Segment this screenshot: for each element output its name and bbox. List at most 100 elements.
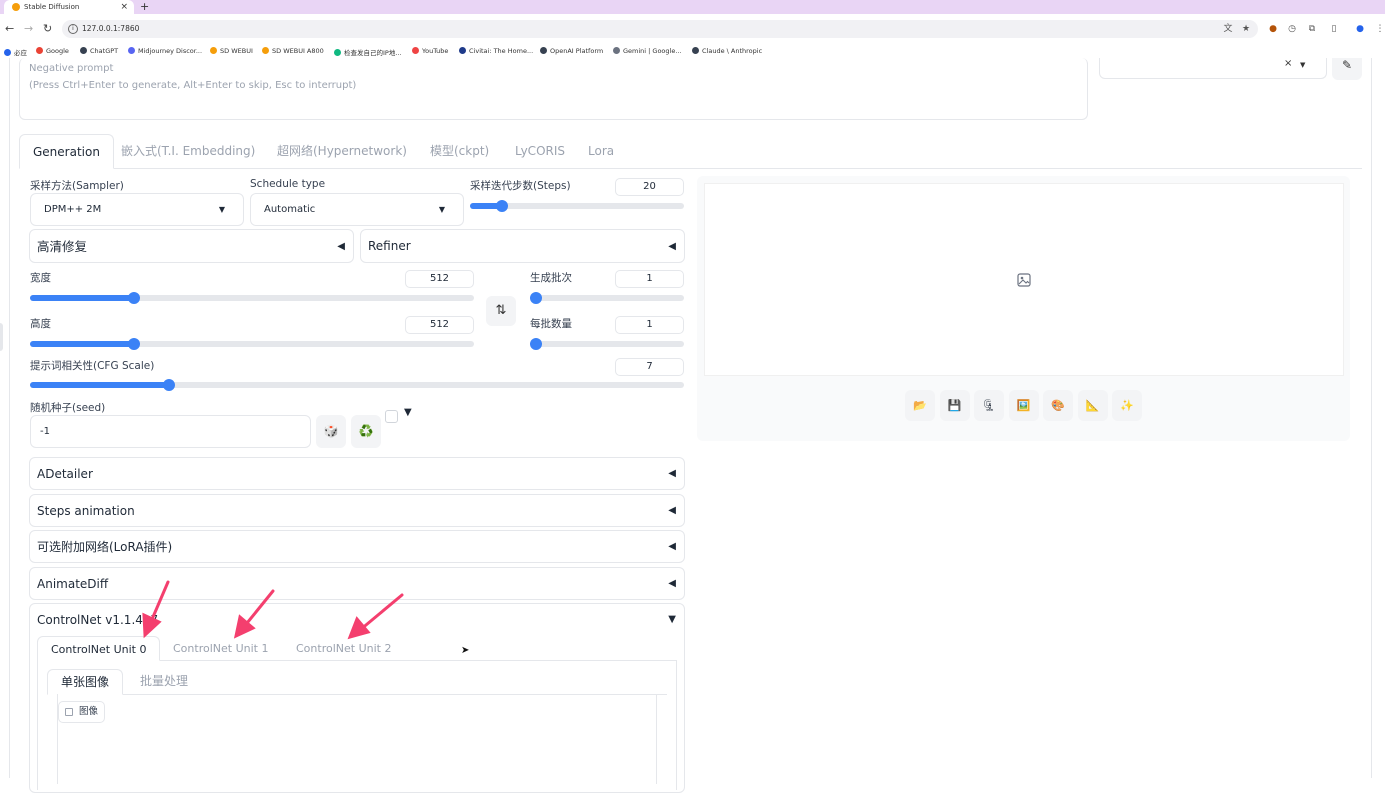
batch-count-slider-knob[interactable] xyxy=(530,292,542,304)
folder-icon: 📂 xyxy=(913,399,927,412)
steps-slider-knob[interactable] xyxy=(496,200,509,212)
width-slider[interactable] xyxy=(30,292,474,304)
batch-size-slider[interactable] xyxy=(530,338,684,350)
refiner-label: Refiner xyxy=(368,239,411,253)
bookmark-7[interactable]: YouTube xyxy=(412,47,448,55)
tab-controlnet-unit-2[interactable]: ControlNet Unit 2 xyxy=(296,636,391,661)
history-icon[interactable]: ◷ xyxy=(1286,23,1298,35)
steps-input[interactable]: 20 xyxy=(615,178,684,196)
extensions-puzzle-icon[interactable]: ⧉ xyxy=(1306,23,1318,35)
refiner-accordion[interactable]: Refiner ◀ xyxy=(360,229,685,263)
steps-animation-accordion[interactable]: Steps animation ◀ xyxy=(29,494,685,527)
browser-menu-icon[interactable]: ⋮ xyxy=(1374,23,1385,35)
edit-styles-button[interactable]: ✎ xyxy=(1332,58,1362,80)
tab-close-icon[interactable]: × xyxy=(120,0,128,14)
send-to-img2img-button[interactable]: 🖼️ xyxy=(1008,390,1039,421)
reload-icon[interactable]: ↻ xyxy=(43,20,52,38)
bookmark-label: Claude \ Anthropic xyxy=(702,47,763,55)
negative-prompt-input[interactable]: Negative prompt (Press Ctrl+Enter to gen… xyxy=(19,58,1088,120)
tab-checkpoint[interactable]: 模型(ckpt) xyxy=(430,134,489,169)
collapse-arrow-icon: ◀ xyxy=(668,578,676,589)
back-icon[interactable]: ← xyxy=(5,20,14,38)
bookmark-1[interactable]: Google xyxy=(36,47,69,55)
clear-styles-icon[interactable]: × xyxy=(1284,58,1292,69)
reuse-seed-button[interactable]: ♻️ xyxy=(351,415,381,448)
dice-icon: 🎲 xyxy=(323,424,339,438)
tab-single-image[interactable]: 单张图像 xyxy=(47,669,124,695)
controlnet-image-dropzone[interactable] xyxy=(57,694,657,784)
tab-lora[interactable]: Lora xyxy=(588,134,614,169)
sidepanel-icon[interactable]: ▯ xyxy=(1328,23,1340,35)
width-input[interactable]: 512 xyxy=(405,270,474,288)
bookmark-6[interactable]: 检查发自己的IP地... xyxy=(334,47,402,57)
send-to-inpaint-button[interactable]: 🎨 xyxy=(1043,390,1073,421)
site-info-icon[interactable]: i xyxy=(68,24,78,34)
height-slider[interactable] xyxy=(30,338,474,350)
tab-embedding[interactable]: 嵌入式(T.I. Embedding) xyxy=(121,134,255,169)
bookmark-10[interactable]: Gemini | Google... xyxy=(613,47,682,55)
bookmark-11[interactable]: Claude \ Anthropic xyxy=(692,47,762,55)
adetailer-accordion[interactable]: ADetailer ◀ xyxy=(29,457,685,490)
schedule-type-select[interactable]: Automatic ▼ xyxy=(250,193,464,226)
sparkle-icon: ✨ xyxy=(1120,399,1134,412)
swap-dimensions-button[interactable]: ⇅ xyxy=(486,296,516,326)
cfg-scale-input[interactable]: 7 xyxy=(615,358,684,376)
discord-icon xyxy=(128,47,135,54)
animatediff-accordion[interactable]: AnimateDiff ◀ xyxy=(29,567,685,600)
bookmark-5[interactable]: SD WEBUI A800 xyxy=(262,47,324,55)
styles-dropdown[interactable]: × ▼ xyxy=(1099,58,1327,79)
sd-favicon-icon xyxy=(12,3,20,11)
hires-fix-accordion[interactable]: 高清修复 ◀ xyxy=(29,229,354,263)
controlnet-label[interactable]: ControlNet v1.1.417 xyxy=(37,604,158,636)
sd-icon xyxy=(262,47,269,54)
bookmark-0[interactable]: 必应 xyxy=(4,47,27,57)
tab-controlnet-unit-1[interactable]: ControlNet Unit 1 xyxy=(173,636,268,661)
seed-input[interactable]: -1 xyxy=(30,415,311,448)
browser-tab[interactable]: Stable Diffusion × xyxy=(4,0,134,14)
tab-lycoris[interactable]: LyCORIS xyxy=(515,134,565,169)
batch-count-input[interactable]: 1 xyxy=(615,270,684,288)
bookmark-label: OpenAI Platform xyxy=(550,47,604,55)
tab-hypernetwork[interactable]: 超网络(Hypernetwork) xyxy=(277,134,407,169)
folder-button[interactable]: 📂 xyxy=(905,390,935,421)
bookmark-star-icon[interactable]: ★ xyxy=(1240,23,1252,35)
batch-count-slider[interactable] xyxy=(530,292,684,304)
tab-generation[interactable]: Generation xyxy=(19,134,114,169)
side-handle[interactable] xyxy=(0,323,3,351)
bookmark-3[interactable]: Midjourney Discor... xyxy=(128,47,202,55)
address-bar[interactable]: i 127.0.0.1:7860 xyxy=(62,20,1258,38)
bookmark-9[interactable]: OpenAI Platform xyxy=(540,47,603,55)
negative-prompt-hint: (Press Ctrl+Enter to generate, Alt+Enter… xyxy=(29,80,357,91)
anthropic-icon xyxy=(692,47,699,54)
tab-batch[interactable]: 批量处理 xyxy=(140,669,188,695)
batch-size-slider-knob[interactable] xyxy=(530,338,542,350)
translate-icon[interactable]: 文 xyxy=(1222,23,1234,35)
extension-icon[interactable]: ● xyxy=(1267,23,1279,35)
save-button[interactable]: 💾 xyxy=(939,390,970,421)
zip-button[interactable]: 🗜 xyxy=(974,390,1004,421)
steps-slider[interactable] xyxy=(470,200,684,212)
extra-seed-toggle-icon[interactable]: ▼ xyxy=(404,407,412,418)
new-tab-button[interactable]: + xyxy=(140,0,149,13)
bookmark-2[interactable]: ChatGPT xyxy=(80,47,118,55)
image-label-text: 图像 xyxy=(79,706,99,717)
profile-avatar-icon[interactable]: ● xyxy=(1354,23,1366,35)
additional-networks-accordion[interactable]: 可选附加网络(LoRA插件) ◀ xyxy=(29,530,685,563)
extra-seed-checkbox[interactable] xyxy=(385,410,398,423)
forward-icon[interactable]: → xyxy=(24,20,33,38)
animatediff-label: AnimateDiff xyxy=(37,577,109,591)
bookmark-4[interactable]: SD WEBUI xyxy=(210,47,253,55)
bookmark-label: Civitai: The Home... xyxy=(469,47,534,55)
expand-arrow-icon[interactable]: ▼ xyxy=(668,604,676,636)
tab-controlnet-unit-0[interactable]: ControlNet Unit 0 xyxy=(37,636,161,661)
sparkle-button[interactable]: ✨ xyxy=(1112,390,1142,421)
height-input[interactable]: 512 xyxy=(405,316,474,334)
batch-size-input[interactable]: 1 xyxy=(615,316,684,334)
sampler-select[interactable]: DPM++ 2M ▼ xyxy=(30,193,244,226)
send-to-extras-button[interactable]: 📐 xyxy=(1077,390,1108,421)
cfg-scale-slider[interactable] xyxy=(30,379,684,391)
browser-tab-bar: Stable Diffusion × + xyxy=(0,0,1385,14)
bookmark-label: 检查发自己的IP地... xyxy=(344,49,402,57)
bookmark-8[interactable]: Civitai: The Home... xyxy=(459,47,533,55)
random-seed-button[interactable]: 🎲 xyxy=(316,415,346,448)
